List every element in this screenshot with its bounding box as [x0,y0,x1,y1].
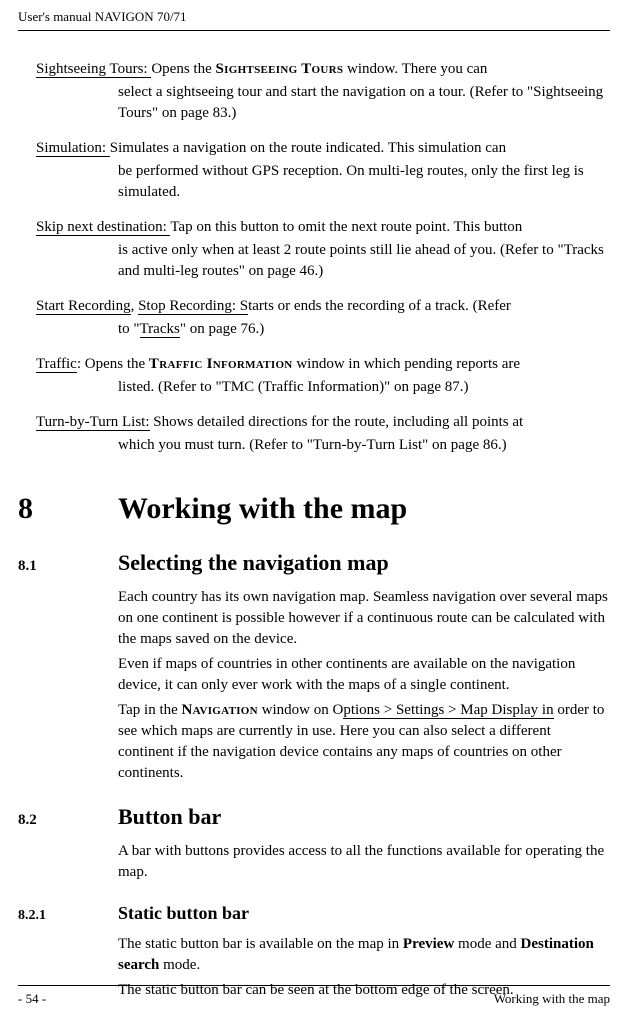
text: mode. [159,957,200,973]
text: Simulates a navigation on the route indi… [110,140,506,156]
term: Simulation: [36,140,110,157]
term: Traffic [36,356,77,373]
text: The static button bar is available on th… [118,936,403,952]
entry-skip: Skip next destination: Tap on this butto… [36,217,604,282]
subsection-number: 8.2.1 [18,906,118,926]
entry-traffic: Traffic: Opens the Traffic Information w… [36,354,604,398]
underline: Tracks [140,321,180,338]
text: Opens the [151,61,215,77]
text: " on page 76.) [180,321,264,337]
term: Start Recording [36,298,131,315]
entry-turnbyturn: Turn-by-Turn List: Shows detailed direct… [36,412,604,456]
text: window in which pending reports are [293,356,520,372]
term: Sightseeing Tours: [36,61,151,78]
section-8-2-heading: 8.2 Button bar [18,802,610,833]
subsection-8-2-1-heading: 8.2.1 Static button bar [18,901,610,926]
section-number: 8.2 [18,810,118,831]
entry-body: which you must turn. (Refer to "Turn-by-… [118,435,604,456]
smallcaps: Sightseeing Tours [216,61,344,77]
entry-sightseeing: Sightseeing Tours: Opens the Sightseeing… [36,59,604,124]
chapter-heading: 8 Working with the map [18,488,610,530]
entry-recording: Start Recording, Stop Recording: Starts … [36,296,604,340]
entry-body: listed. (Refer to "TMC (Traffic Informat… [118,377,604,398]
paragraph: Even if maps of countries in other conti… [118,654,610,696]
entry-body: is active only when at least 2 route poi… [118,240,604,282]
text: Tap in the [118,702,182,718]
paragraph: Each country has its own navigation map.… [118,587,610,650]
section-title: Button bar [118,802,221,833]
section-number: 8.1 [18,556,118,577]
text: : Opens the [77,356,149,372]
text: to " [118,321,140,337]
subsection-title: Static button bar [118,901,249,926]
entry-simulation: Simulation: Simulates a navigation on th… [36,138,604,203]
text: mode and [454,936,520,952]
term: Stop Recording: S [138,298,248,315]
page-footer: - 54 - Working with the map [18,985,610,1008]
section-8-1-heading: 8.1 Selecting the navigation map [18,548,610,579]
footer-label: Working with the map [494,990,610,1008]
paragraph: A bar with buttons provides access to al… [118,841,610,883]
text: tarts or ends the recording of a track. … [248,298,511,314]
text: , [131,298,139,314]
text: Shows detailed directions for the route,… [150,414,524,430]
chapter-title: Working with the map [118,488,407,530]
paragraph: Tap in the Navigation window on Options … [118,700,610,784]
underline: ptions > Settings > Map Display in [343,702,553,719]
section-title: Selecting the navigation map [118,548,389,579]
text: Tap on this button to omit the next rout… [170,219,522,235]
term: Skip next destination: [36,219,170,236]
text: window on O [258,702,343,718]
entry-body: select a sightseeing tour and start the … [118,82,604,124]
text: window. There you can [343,61,487,77]
page-number: - 54 - [18,990,46,1008]
page-content: Sightseeing Tours: Opens the Sightseeing… [36,59,604,456]
entry-body: to "Tracks" on page 76.) [118,319,604,340]
paragraph: The static button bar is available on th… [118,934,610,976]
bold: Preview [403,936,454,952]
smallcaps: Navigation [182,702,258,718]
term: Turn-by-Turn List: [36,414,150,431]
entry-body: be performed without GPS reception. On m… [118,161,604,203]
chapter-number: 8 [18,488,118,530]
smallcaps: Traffic Information [149,356,293,372]
page-header: User's manual NAVIGON 70/71 [18,8,610,31]
